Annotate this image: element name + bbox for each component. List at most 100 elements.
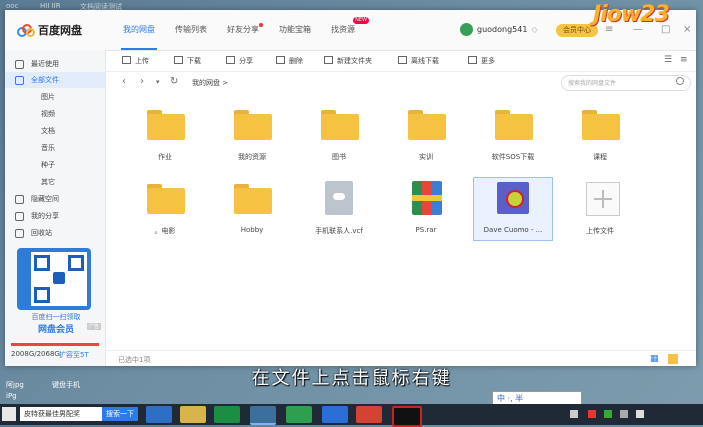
search-input[interactable]: 搜索我的网盘文件 [561,75,691,91]
more-button[interactable]: 更多 [468,56,495,66]
file-name: Dave Cuomo - ... [483,226,543,234]
taskbar-search-input[interactable]: 皮特获最佳男配奖 [20,407,104,421]
main-nav: 我的网盘 传输列表 好友分享 功能宝箱 找资源 NEW [113,10,369,50]
sidebar-item-recycle-bin[interactable]: 回收站 [5,225,105,241]
forward-icon[interactable]: › [140,76,144,87]
tab-transfer-list[interactable]: 传输列表 [165,10,217,50]
close-icon[interactable]: × [683,24,691,35]
folder-item[interactable]: 课程 [561,104,639,166]
desktop-icon-label[interactable]: 键盘手机 [52,380,80,390]
sidebar-item-my-shares[interactable]: 我的分享 [5,208,105,224]
download-button[interactable]: 下载 [174,56,201,66]
grid-view-icon[interactable]: ▦ [650,354,660,364]
store-icon[interactable] [214,406,240,423]
sidebar-item-images[interactable]: 图片 [5,89,105,105]
avatar[interactable] [460,23,473,36]
sidebar-item-label: 隐藏空间 [31,195,59,203]
file-item-selected[interactable]: Dave Cuomo - ... [473,177,553,241]
video-subtitle: 在文件上点击鼠标右键 [251,368,452,389]
lock-icon [15,195,24,204]
username[interactable]: guodong541 [477,25,527,34]
desktop-icon-label[interactable]: 阿jpg [6,380,24,390]
breadcrumb[interactable]: 我的网盘 > [192,78,228,88]
share-button[interactable]: 分享 [226,56,253,66]
search-placeholder: 搜索我的网盘文件 [568,80,617,87]
sidebar-item-documents[interactable]: 文档 [5,123,105,139]
ie-icon[interactable] [146,406,172,423]
tab-find-resources[interactable]: 找资源 NEW [321,10,369,50]
sidebar-item-label: 最近使用 [31,60,59,68]
start-button[interactable] [2,407,16,421]
tab-my-netdisk[interactable]: 我的网盘 [113,10,165,50]
watermark-logo: Jiow23 [593,2,670,27]
chrome-icon[interactable] [356,406,382,423]
wps-icon[interactable] [322,406,348,423]
sidebar-item-videos[interactable]: 视频 [5,106,105,122]
sidebar-item-music[interactable]: 音乐 [5,140,105,156]
file-name: 软件SOS下载 [491,153,535,161]
tab-friend-share[interactable]: 好友分享 [217,10,269,50]
new-badge: NEW [353,17,369,24]
volume-icon[interactable] [636,410,644,418]
user-info[interactable]: guodong541 ◇ [460,23,538,36]
search-icon[interactable] [676,77,684,85]
browser-icon[interactable] [286,406,312,423]
folder-item[interactable]: 软件SOS下载 [474,104,552,166]
network-icon[interactable] [620,410,628,418]
cloud-file-icon [325,181,353,215]
folder-item[interactable]: 实训 [387,104,465,166]
folder-item[interactable]: Hobby [213,178,291,240]
file-name: 课程 [593,153,607,161]
tray-icon[interactable] [588,410,596,418]
record-icon[interactable] [392,406,422,427]
tab-toolbox[interactable]: 功能宝箱 [269,10,321,50]
sidebar-item-hidden-space[interactable]: 隐藏空间 [5,191,105,207]
folder-item[interactable]: 。电影 [126,178,204,240]
path-bar: ‹ › ▾ ↻ 我的网盘 > 搜索我的网盘文件 [106,72,696,94]
app-logo: 百度网盘 [17,22,82,38]
plus-icon [586,182,620,216]
vip-center-button[interactable]: 会员中心 [556,24,598,37]
taskbar-search-button[interactable]: 搜索一下 [102,407,138,421]
refresh-icon[interactable]: ↻ [170,76,178,87]
file-item[interactable]: PS.rar [387,178,465,240]
vip-promo-panel[interactable]: 百度扫一扫领取 网盘会员 广告 [11,248,101,338]
sidebar-item-other[interactable]: 其它 [5,174,105,190]
back-icon[interactable]: ‹ [122,76,126,87]
desktop-icon-label[interactable]: iPg [6,392,17,400]
list-view-icon[interactable]: ≡ [680,55,690,65]
chevron-down-icon[interactable]: ▾ [156,78,160,86]
folder-icon [582,110,620,140]
upload-button[interactable]: 上传 [122,56,149,66]
sort-icon[interactable]: ☰ [664,55,674,65]
folder-tree-icon[interactable] [668,354,678,364]
file-name: 上传文件 [586,227,614,235]
folder-item[interactable]: 作业 [126,104,204,166]
image-file-icon [497,182,529,214]
upload-file-tile[interactable]: 上传文件 [561,178,639,240]
file-name: 。电影 [154,227,176,235]
new-folder-button[interactable]: 新建文件夹 [324,56,372,66]
sidebar-item-torrents[interactable]: 种子 [5,157,105,173]
folder-icon [495,110,533,140]
file-grid: 作业 我的资源 图书 实训 软件SOS下载 课程 。电影 Hobby 手机联系人… [106,100,696,340]
file-item[interactable]: 手机联系人.vcf [300,178,378,240]
folder-icon [15,76,24,85]
sidebar-item-label: 全部文件 [31,76,59,84]
keyboard-icon[interactable] [570,410,578,418]
tab-label: 找资源 [331,25,355,34]
baidu-netdisk-taskbar-icon[interactable] [250,406,276,425]
folder-icon [408,110,446,140]
tray-icon[interactable] [604,410,612,418]
file-explorer-icon[interactable] [180,406,206,423]
delete-button[interactable]: 删除 [276,56,303,66]
offline-download-button[interactable]: 离线下载 [398,56,439,66]
sidebar-item-label: 图片 [41,93,55,101]
folder-item[interactable]: 我的资源 [213,104,291,166]
file-name: Hobby [240,226,264,234]
folder-item[interactable]: 图书 [300,104,378,166]
sidebar: 最近使用 全部文件 图片 视频 文档 音乐 种子 其它 隐藏空间 我的分享 回收… [5,50,106,366]
sidebar-item-all-files[interactable]: 全部文件 [5,72,105,88]
sidebar-item-recent[interactable]: 最近使用 [5,56,105,72]
expand-storage-link[interactable]: 扩容至5T [59,350,89,360]
